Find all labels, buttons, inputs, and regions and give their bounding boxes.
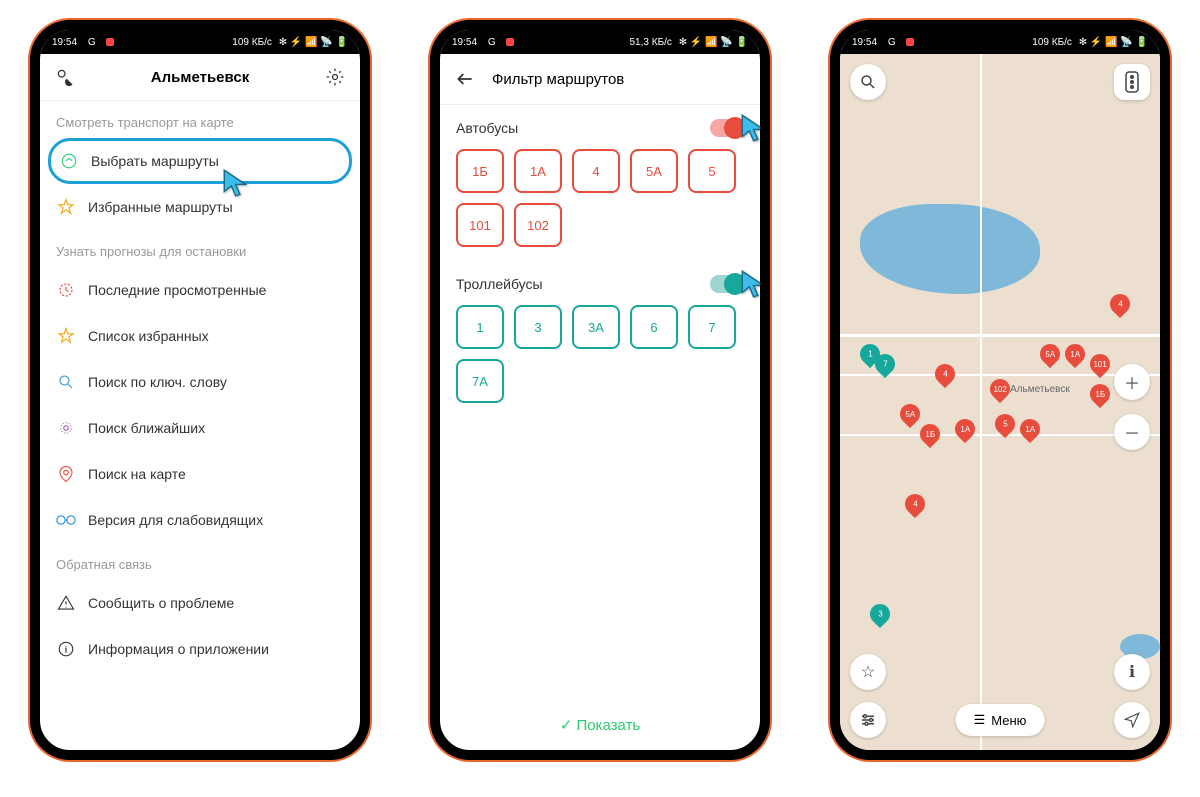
search-nearby-item[interactable]: Поиск ближайших bbox=[40, 405, 360, 451]
search-keyword-label: Поиск по ключ. слову bbox=[88, 374, 227, 390]
vehicle-pin[interactable]: 5А bbox=[1036, 340, 1064, 368]
route-chip[interactable]: 1Б bbox=[456, 149, 504, 193]
section-transport-label: Смотреть транспорт на карте bbox=[40, 101, 360, 138]
tutorial-cursor-icon bbox=[220, 166, 248, 194]
route-chip[interactable]: 101 bbox=[456, 203, 504, 247]
favorites-button[interactable]: ☆ bbox=[850, 654, 886, 690]
tutorial-cursor-icon bbox=[738, 111, 760, 139]
about-label: Информация о приложении bbox=[88, 641, 269, 657]
vehicle-pin[interactable]: 4 bbox=[901, 490, 929, 518]
star-icon bbox=[56, 326, 76, 346]
route-chip[interactable]: 5А bbox=[630, 149, 678, 193]
buses-label: Автобусы bbox=[456, 120, 518, 136]
route-chip[interactable]: 1 bbox=[456, 305, 504, 349]
map-canvas[interactable]: Альметьевск 1 7 3 5А 4 1Б 1А 4 102 5 5А … bbox=[840, 54, 1160, 750]
select-routes-button[interactable]: Выбрать маршруты bbox=[48, 138, 352, 184]
select-routes-label: Выбрать маршруты bbox=[91, 153, 219, 169]
filter-title: Фильтр маршрутов bbox=[492, 71, 624, 88]
search-map-label: Поиск на карте bbox=[88, 466, 186, 482]
menu-button[interactable]: ☰ Меню bbox=[956, 704, 1045, 736]
route-chip[interactable]: 7А bbox=[456, 359, 504, 403]
app-header: Альметьевск bbox=[40, 54, 360, 101]
accessible-label: Версия для слабовидящих bbox=[88, 512, 263, 528]
show-button[interactable]: Показать bbox=[440, 716, 760, 734]
filter-header: Фильтр маршрутов bbox=[440, 54, 760, 105]
vehicle-pin[interactable]: 4 bbox=[931, 360, 959, 388]
vehicle-pin[interactable]: 1А bbox=[951, 415, 979, 443]
buses-grid: 1Б 1А 4 5А 5 101 102 bbox=[456, 149, 744, 247]
phone-map-view: 19:54 G 109 КБ/с ✻ ⚡ 📶 📡 🔋 Альметьевск 1… bbox=[830, 20, 1170, 760]
vehicle-pin[interactable]: 1А bbox=[1016, 415, 1044, 443]
back-icon[interactable] bbox=[454, 68, 476, 90]
filter-button[interactable] bbox=[850, 702, 886, 738]
phone-main-menu: 19:54 G 109 КБ/с ✻ ⚡ 📶 📡 🔋 Альметьевск С… bbox=[30, 20, 370, 760]
settings-icon[interactable] bbox=[324, 66, 346, 88]
search-nearby-label: Поиск ближайших bbox=[88, 420, 205, 436]
route-chip[interactable]: 3 bbox=[514, 305, 562, 349]
report-label: Сообщить о проблеме bbox=[88, 595, 234, 611]
vehicle-pin[interactable]: 5А bbox=[896, 400, 924, 428]
city-title: Альметьевск bbox=[151, 69, 249, 86]
hamburger-icon: ☰ bbox=[974, 712, 986, 728]
route-chip[interactable]: 1А bbox=[514, 149, 562, 193]
section-feedback-label: Обратная связь bbox=[40, 543, 360, 580]
status-bar: 19:54 G 109 КБ/с ✻ ⚡ 📶 📡 🔋 bbox=[840, 30, 1160, 54]
vehicle-pin[interactable]: 102 bbox=[986, 375, 1014, 403]
trolleys-grid: 1 3 3А 6 7 7А bbox=[456, 305, 744, 403]
vehicle-pin[interactable]: 1А bbox=[1061, 340, 1089, 368]
section-forecasts-label: Узнать прогнозы для остановки bbox=[40, 230, 360, 267]
recent-item[interactable]: Последние просмотренные bbox=[40, 267, 360, 313]
recent-label: Последние просмотренные bbox=[88, 282, 266, 298]
city-label: Альметьевск bbox=[1010, 384, 1070, 395]
info-button[interactable]: ℹ bbox=[1114, 654, 1150, 690]
pin-icon bbox=[56, 464, 76, 484]
route-icon bbox=[59, 151, 79, 171]
star-icon bbox=[56, 197, 76, 217]
zoom-out-button[interactable]: － bbox=[1114, 414, 1150, 450]
route-chip[interactable]: 6 bbox=[630, 305, 678, 349]
glasses-icon bbox=[56, 510, 76, 530]
traffic-light-button[interactable] bbox=[1114, 64, 1150, 100]
vehicle-pin[interactable]: 4 bbox=[1106, 290, 1134, 318]
fav-list-item[interactable]: Список избранных bbox=[40, 313, 360, 359]
about-item[interactable]: Информация о приложении bbox=[40, 626, 360, 672]
trolleys-label: Троллейбусы bbox=[456, 276, 543, 292]
info-icon bbox=[56, 639, 76, 659]
locate-button[interactable] bbox=[1114, 702, 1150, 738]
map-search-button[interactable] bbox=[850, 64, 886, 100]
route-chip[interactable]: 4 bbox=[572, 149, 620, 193]
vehicle-pin[interactable]: 1Б bbox=[1086, 380, 1114, 408]
accessible-item[interactable]: Версия для слабовидящих bbox=[40, 497, 360, 543]
history-icon bbox=[56, 280, 76, 300]
favorite-routes-item[interactable]: Избранные маршруты bbox=[40, 184, 360, 230]
zoom-in-button[interactable]: ＋ bbox=[1114, 364, 1150, 400]
route-chip[interactable]: 3А bbox=[572, 305, 620, 349]
fav-list-label: Список избранных bbox=[88, 328, 209, 344]
route-chip[interactable]: 5 bbox=[688, 149, 736, 193]
menu-label: Меню bbox=[991, 713, 1026, 728]
vehicle-pin[interactable]: 1Б bbox=[916, 420, 944, 448]
favorite-routes-label: Избранные маршруты bbox=[88, 199, 233, 215]
search-icon bbox=[56, 372, 76, 392]
tutorial-cursor-icon bbox=[738, 267, 760, 295]
search-keyword-item[interactable]: Поиск по ключ. слову bbox=[40, 359, 360, 405]
status-bar: 19:54 G 51,3 КБ/с ✻ ⚡ 📶 📡 🔋 bbox=[440, 30, 760, 54]
theme-toggle-icon[interactable] bbox=[54, 66, 76, 88]
radar-icon bbox=[56, 418, 76, 438]
phone-route-filter: 19:54 G 51,3 КБ/с ✻ ⚡ 📶 📡 🔋 Фильтр маршр… bbox=[430, 20, 770, 760]
search-map-item[interactable]: Поиск на карте bbox=[40, 451, 360, 497]
warning-icon bbox=[56, 593, 76, 613]
report-item[interactable]: Сообщить о проблеме bbox=[40, 580, 360, 626]
vehicle-pin[interactable]: 3 bbox=[866, 600, 894, 628]
status-bar: 19:54 G 109 КБ/с ✻ ⚡ 📶 📡 🔋 bbox=[40, 30, 360, 54]
route-chip[interactable]: 102 bbox=[514, 203, 562, 247]
route-chip[interactable]: 7 bbox=[688, 305, 736, 349]
